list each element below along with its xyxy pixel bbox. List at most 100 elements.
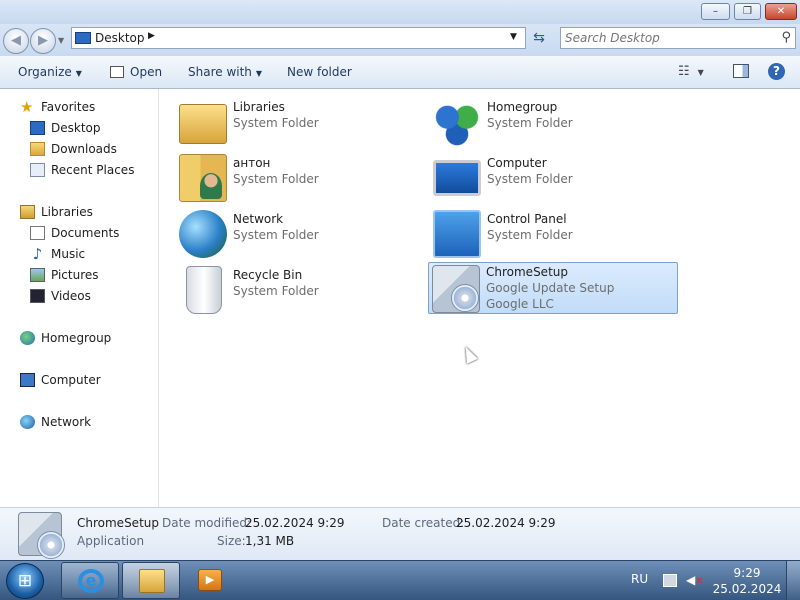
media-player-icon: ▶ — [205, 573, 215, 586]
nav-item-label: Recent Places — [51, 163, 135, 177]
date-modified-label: Date modified: — [162, 516, 252, 530]
nav-computer-label: Computer — [41, 373, 101, 387]
recycle-bin-icon — [186, 266, 222, 314]
desktop-icon — [30, 121, 45, 135]
action-center-icon[interactable] — [663, 574, 677, 587]
homegroup-icon — [20, 331, 35, 345]
start-button[interactable]: ⊞ — [6, 563, 44, 599]
open-icon — [110, 66, 124, 78]
downloads-folder-icon — [30, 142, 45, 156]
nav-item-label: Pictures — [51, 268, 99, 282]
command-bar: Organize ▼ Open Share with ▼ New folder ☷ ▼… — [0, 56, 800, 89]
search-input[interactable] — [565, 30, 770, 46]
refresh-button[interactable]: ⇆ — [528, 27, 550, 49]
chevron-down-icon: ▼ — [697, 68, 704, 77]
taskbar-internet-explorer[interactable]: e — [61, 562, 119, 599]
show-desktop-button[interactable] — [786, 561, 800, 600]
back-button[interactable]: ◀ — [3, 28, 29, 54]
tile-type: System Folder — [233, 284, 319, 298]
homegroup-icon — [433, 98, 481, 146]
close-button[interactable]: ✕ — [765, 3, 797, 20]
network-icon — [20, 415, 35, 429]
music-icon: ♪ — [32, 245, 43, 263]
details-file-kind: Application — [77, 534, 145, 548]
open-button[interactable]: Open — [110, 65, 162, 79]
tile-network[interactable]: Network System Folder — [176, 208, 426, 260]
nav-network-label: Network — [41, 415, 92, 429]
desktop-icon — [75, 32, 91, 44]
recent-pages-dropdown[interactable]: ▼ — [58, 36, 64, 45]
tile-chromesetup[interactable]: ChromeSetup Google Update Setup Google L… — [428, 262, 678, 314]
size-value: 1,31 MB — [245, 534, 295, 548]
breadcrumb-arrow-icon[interactable]: ▶ — [148, 31, 155, 41]
clock-time: 9:29 — [733, 566, 761, 580]
taskbar-windows-explorer[interactable] — [122, 562, 180, 599]
nav-item-label: Desktop — [51, 121, 101, 135]
tile-homegroup[interactable]: Homegroup System Folder — [430, 96, 680, 148]
tile-name: антон — [233, 156, 271, 170]
nav-item-label: Music — [51, 247, 86, 261]
title-bar: – ❐ ✕ — [0, 0, 800, 24]
windows-logo-icon: ⊞ — [17, 571, 33, 591]
help-button[interactable]: ? — [768, 63, 785, 80]
taskbar-media-player[interactable]: ▶ — [198, 569, 222, 591]
tile-name: Recycle Bin — [233, 268, 303, 282]
organize-button[interactable]: Organize ▼ — [18, 65, 82, 79]
pictures-icon — [30, 268, 45, 282]
maximize-button[interactable]: ❐ — [734, 3, 761, 20]
tile-type: System Folder — [233, 228, 319, 242]
file-list: Libraries System Folder Homegroup System… — [160, 89, 800, 507]
forward-button[interactable]: ▶ — [30, 28, 56, 54]
date-modified-value[interactable]: 25.02.2024 9:29 — [245, 516, 344, 530]
language-indicator[interactable]: RU — [631, 572, 648, 586]
date-created-value[interactable]: 25.02.2024 9:29 — [456, 516, 555, 530]
clock-date: 25.02.2024 — [712, 582, 782, 596]
nav-favorites-label: Favorites — [41, 100, 96, 114]
nav-item-label: Downloads — [51, 142, 117, 156]
search-icon[interactable]: ⚲ — [781, 30, 791, 45]
change-view-button[interactable]: ☷ ▼ — [678, 64, 704, 79]
organize-label: Organize — [18, 65, 72, 79]
tile-name: Libraries — [233, 100, 285, 114]
nav-item-label: Documents — [51, 226, 120, 240]
tile-control-panel[interactable]: Control Panel System Folder — [430, 208, 680, 260]
tile-user-folder[interactable]: антон System Folder — [176, 152, 426, 204]
tile-type: System Folder — [487, 172, 573, 186]
address-history-dropdown[interactable]: ▼ — [510, 32, 517, 42]
setup-icon — [18, 512, 65, 559]
share-with-label: Share with — [188, 65, 252, 79]
preview-pane-button[interactable] — [733, 64, 749, 78]
search-box[interactable]: ⚲ — [560, 27, 796, 49]
internet-explorer-icon: e — [78, 569, 104, 593]
back-arrow-icon: ◀ — [11, 33, 21, 48]
tile-computer[interactable]: Computer System Folder — [430, 152, 680, 204]
tile-recycle-bin[interactable]: Recycle Bin System Folder — [176, 264, 426, 316]
chevron-down-icon: ▼ — [75, 69, 82, 78]
share-with-button[interactable]: Share with ▼ — [188, 65, 262, 79]
tile-company: Google LLC — [486, 297, 554, 311]
open-label: Open — [130, 65, 163, 79]
tile-name: Control Panel — [487, 212, 567, 226]
videos-icon — [30, 289, 45, 303]
tile-type: Google Update Setup — [486, 281, 615, 295]
tile-type: System Folder — [233, 172, 319, 186]
documents-icon — [30, 226, 45, 240]
control-panel-icon — [433, 210, 481, 258]
forward-arrow-icon: ▶ — [38, 33, 48, 48]
new-folder-button[interactable]: New folder — [287, 65, 352, 79]
taskbar: ⊞ e ▶ RU ◀✕ 9:29 25.02.2024 — [0, 560, 800, 600]
breadcrumb-desktop[interactable]: Desktop — [95, 31, 145, 45]
tile-type: System Folder — [233, 116, 319, 130]
tile-type: System Folder — [487, 228, 573, 242]
minimize-button[interactable]: – — [701, 3, 730, 20]
tile-libraries[interactable]: Libraries System Folder — [176, 96, 426, 148]
date-created-label: Date created: — [382, 516, 465, 530]
views-icon: ☷ — [678, 64, 690, 79]
system-clock[interactable]: 9:29 25.02.2024 — [712, 565, 782, 597]
star-icon: ★ — [20, 98, 34, 116]
volume-muted-icon[interactable]: ◀✕ — [686, 574, 704, 588]
tile-name: Homegroup — [487, 100, 558, 114]
tile-name: Network — [233, 212, 284, 226]
details-file-name: ChromeSetup — [77, 516, 159, 530]
address-bar[interactable]: Desktop ▶ ▼ — [71, 27, 526, 49]
